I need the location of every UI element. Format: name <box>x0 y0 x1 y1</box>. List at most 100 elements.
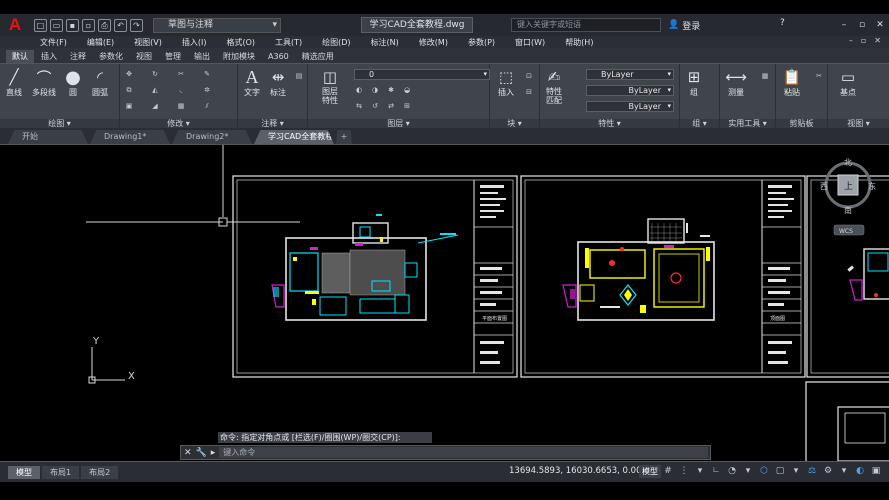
rotate-icon[interactable]: ↻ <box>150 70 160 78</box>
layer-merge-icon[interactable]: ⊞ <box>402 102 412 110</box>
polar-icon[interactable]: ◔ <box>726 465 738 478</box>
explode-icon[interactable]: ✲ <box>202 86 212 94</box>
circle-tool[interactable]: ● 圆 <box>63 67 83 98</box>
color-dropdown[interactable]: ByLayer <box>586 69 674 80</box>
offset-icon[interactable]: ⫽ <box>202 102 212 110</box>
menu-item[interactable]: 工具(T) <box>275 37 302 48</box>
sign-in-button[interactable]: 👤 登录 <box>668 18 748 32</box>
workspace-menu-icon[interactable]: ▾ <box>838 465 850 478</box>
ribbon-tab[interactable]: 插入 <box>35 50 63 63</box>
array-icon[interactable]: ▦ <box>176 102 186 110</box>
coordinates-readout[interactable]: 13694.5893, 16030.6653, 0.0000 <box>509 466 652 476</box>
sheet-2[interactable]: 顶面图 <box>520 175 806 378</box>
isodraft-icon[interactable]: ⬡ <box>758 465 770 478</box>
new-icon[interactable]: □ <box>34 18 47 32</box>
ribbon-tab[interactable]: 参数化 <box>93 50 129 63</box>
line-tool[interactable]: ╱ 直线 <box>4 67 24 98</box>
text-tool[interactable]: A 文字 <box>242 67 262 98</box>
layout-tab[interactable]: 布局1 <box>42 465 80 479</box>
workspace-dropdown[interactable]: 草图与注释 <box>153 17 281 33</box>
layer-freeze-icon[interactable]: ✱ <box>386 86 396 94</box>
ribbon-tab[interactable]: 默认 <box>6 50 34 63</box>
dimension-tool[interactable]: ⇹ 标注 <box>268 67 288 98</box>
app-logo[interactable]: A <box>0 14 30 36</box>
maximize-icon[interactable]: ▫ <box>853 14 871 36</box>
viewcube[interactable]: 上 北 南 西 东 WCS <box>820 158 876 236</box>
command-customize-icon[interactable]: 🔧 <box>196 448 207 458</box>
menu-item[interactable]: 窗口(W) <box>515 37 545 48</box>
insert-block-tool[interactable]: ⬚ 插入 <box>496 67 516 98</box>
move-icon[interactable]: ✥ <box>124 70 134 78</box>
cut-icon[interactable]: ✂ <box>814 72 824 80</box>
new-tab-icon[interactable]: + <box>336 130 352 144</box>
doc-close-icon[interactable]: ✕ <box>874 36 881 45</box>
menu-item[interactable]: 标注(N) <box>371 37 399 48</box>
grid-icon[interactable]: # <box>662 465 674 478</box>
match-properties-tool[interactable]: ✍ 特性 匹配 <box>544 67 564 105</box>
polar-menu-icon[interactable]: ▾ <box>742 465 754 478</box>
menu-item[interactable]: 绘图(D) <box>322 37 350 48</box>
menu-item[interactable]: 编辑(E) <box>87 37 114 48</box>
layer-match-icon[interactable]: ⇆ <box>354 102 364 110</box>
menu-item[interactable]: 参数(P) <box>468 37 495 48</box>
scale-icon[interactable]: ◢ <box>150 102 160 110</box>
ribbon-tab[interactable]: 精选应用 <box>296 50 340 63</box>
undo-icon[interactable]: ↶ <box>114 18 127 32</box>
file-tab[interactable]: Drawing1* <box>90 130 170 144</box>
save-as-icon[interactable]: ▫ <box>82 18 95 32</box>
snap-menu-icon[interactable]: ▾ <box>694 465 706 478</box>
layer-dropdown[interactable]: 0 <box>354 69 490 80</box>
group-tool[interactable]: ⊞ 组 <box>684 67 704 98</box>
paste-tool[interactable]: 📋 粘贴 <box>782 67 802 98</box>
menu-item[interactable]: 格式(O) <box>226 37 255 48</box>
print-icon[interactable]: ⎙ <box>98 18 111 32</box>
layer-properties-tool[interactable]: ◫ 图层 特性 <box>320 67 340 105</box>
arc-tool[interactable]: ◜ 圆弧 <box>90 67 110 98</box>
help-icon[interactable]: ? <box>780 18 785 28</box>
menu-item[interactable]: 视图(V) <box>134 37 162 48</box>
command-input[interactable]: 键入命令 <box>219 447 708 458</box>
isolate-icon[interactable]: ◐ <box>854 465 866 478</box>
layer-lock-icon[interactable]: ◒ <box>402 86 412 94</box>
ribbon-tab[interactable]: 附加模块 <box>217 50 261 63</box>
file-tab[interactable]: 开始 <box>8 130 88 144</box>
polyline-tool[interactable]: ⌒ 多段线 <box>32 67 56 98</box>
object-snap-icon[interactable]: ▢ <box>774 465 786 478</box>
menu-item[interactable]: 帮助(H) <box>565 37 593 48</box>
command-close-icon[interactable]: ✕ <box>184 448 192 458</box>
layout-tab[interactable]: 布局2 <box>81 465 119 479</box>
close-icon[interactable]: ✕ <box>871 14 889 36</box>
doc-restore-icon[interactable]: ▫ <box>861 36 866 45</box>
redo-icon[interactable]: ↷ <box>130 18 143 32</box>
lineweight-dropdown[interactable]: ByLayer <box>586 101 674 112</box>
layout-tab[interactable]: 模型 <box>8 465 40 479</box>
base-view-tool[interactable]: ▭ 基点 <box>838 67 858 98</box>
ribbon-tab[interactable]: 管理 <box>159 50 187 63</box>
layer-isolate-icon[interactable]: ◑ <box>370 86 380 94</box>
file-tab[interactable]: 学习CAD全套教程* <box>254 130 334 144</box>
linetype-dropdown[interactable]: ByLayer <box>586 85 674 96</box>
erase-icon[interactable]: ✎ <box>202 70 212 78</box>
layer-previous-icon[interactable]: ↺ <box>370 102 380 110</box>
file-tab[interactable]: Drawing2* <box>172 130 252 144</box>
ribbon-tab[interactable]: 注释 <box>64 50 92 63</box>
save-icon[interactable]: ▪ <box>66 18 79 32</box>
minimize-icon[interactable]: – <box>835 14 853 36</box>
layer-off-icon[interactable]: ◐ <box>354 86 364 94</box>
annotation-scale-icon[interactable]: ⚖ <box>806 465 818 478</box>
hardware-icon[interactable]: ▣ <box>870 465 882 478</box>
calculator-icon[interactable]: ▦ <box>760 72 770 80</box>
ribbon-tab[interactable]: 输出 <box>188 50 216 63</box>
ortho-icon[interactable]: ∟ <box>710 465 722 478</box>
snap-icon[interactable]: ⋮ <box>678 465 690 478</box>
edit-block-icon[interactable]: ⊟ <box>524 88 534 96</box>
ribbon-tab[interactable]: A360 <box>262 50 295 63</box>
open-icon[interactable]: ▭ <box>50 18 63 32</box>
workspace-icon[interactable]: ⚙ <box>822 465 834 478</box>
create-block-icon[interactable]: ⊡ <box>524 72 534 80</box>
table-icon[interactable]: ▤ <box>294 72 304 80</box>
copy-icon[interactable]: ⧉ <box>124 86 134 94</box>
command-prompt-icon[interactable]: ▸ <box>211 448 216 458</box>
osnap-menu-icon[interactable]: ▾ <box>790 465 802 478</box>
trim-icon[interactable]: ✂ <box>176 70 186 78</box>
